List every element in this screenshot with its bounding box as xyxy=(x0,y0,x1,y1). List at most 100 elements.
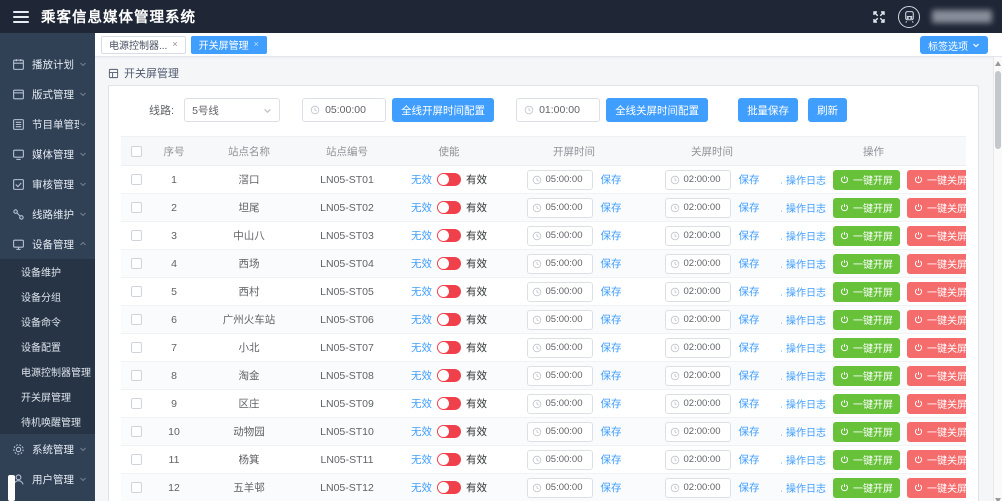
row-checkbox[interactable] xyxy=(131,370,142,381)
screen-off-time-input[interactable]: 02:00:00 xyxy=(665,254,731,274)
sidebar-subitem-5[interactable]: 开关屏管理 xyxy=(0,384,95,409)
save-off-time-link[interactable]: 保存 xyxy=(739,256,760,271)
screen-on-time-input[interactable]: 05:00:00 xyxy=(527,366,593,386)
one-key-screen-on-button[interactable]: 一键开屏 xyxy=(833,422,900,442)
operation-log-link[interactable]: 操作日志 xyxy=(781,480,826,495)
save-on-time-link[interactable]: 保存 xyxy=(601,200,622,215)
screen-off-time-input[interactable]: 02:00:00 xyxy=(665,366,731,386)
save-off-time-link[interactable]: 保存 xyxy=(739,480,760,495)
invalid-label[interactable]: 无效 xyxy=(411,312,432,327)
operation-log-link[interactable]: 操作日志 xyxy=(781,200,826,215)
screen-on-time-input[interactable]: 05:00:00 xyxy=(527,282,593,302)
invalid-label[interactable]: 无效 xyxy=(411,424,432,439)
sidebar-subitem-0[interactable]: 设备维护 xyxy=(0,259,95,284)
row-checkbox[interactable] xyxy=(131,174,142,185)
row-checkbox[interactable] xyxy=(131,342,142,353)
operation-log-link[interactable]: 操作日志 xyxy=(781,256,826,271)
one-key-screen-on-button[interactable]: 一键开屏 xyxy=(833,254,900,274)
operation-log-link[interactable]: 操作日志 xyxy=(781,396,826,411)
sidebar-item-2[interactable]: 节目单管理 xyxy=(0,109,95,139)
sidebar-subitem-3[interactable]: 设备配置 xyxy=(0,334,95,359)
tab-options-button[interactable]: 标签选项 xyxy=(920,36,988,54)
line-select[interactable]: 5号线 xyxy=(184,98,280,122)
save-off-time-link[interactable]: 保存 xyxy=(739,396,760,411)
global-screen-off-config-button[interactable]: 全线关屏时间配置 xyxy=(606,98,708,122)
user-name-blurred[interactable] xyxy=(932,10,992,23)
one-key-screen-on-button[interactable]: 一键开屏 xyxy=(833,170,900,190)
screen-off-time-input[interactable]: 02:00:00 xyxy=(665,338,731,358)
one-key-screen-on-button[interactable]: 一键开屏 xyxy=(833,450,900,470)
save-on-time-link[interactable]: 保存 xyxy=(601,452,622,467)
tab-close-icon[interactable]: × xyxy=(254,40,259,49)
one-key-screen-off-button[interactable]: 一键关屏 xyxy=(907,338,966,358)
save-off-time-link[interactable]: 保存 xyxy=(739,312,760,327)
scroll-up-arrow-icon[interactable] xyxy=(995,61,1001,66)
operation-log-link[interactable]: 操作日志 xyxy=(781,172,826,187)
content-scrollbar[interactable] xyxy=(993,57,1002,501)
sidebar-item-0[interactable]: 播放计划 xyxy=(0,49,95,79)
scrollbar-thumb[interactable] xyxy=(995,71,1001,149)
save-off-time-link[interactable]: 保存 xyxy=(739,340,760,355)
invalid-label[interactable]: 无效 xyxy=(411,256,432,271)
enable-toggle[interactable] xyxy=(437,453,461,466)
row-checkbox[interactable] xyxy=(131,230,142,241)
enable-toggle[interactable] xyxy=(437,229,461,242)
screen-off-time-input[interactable]: 02:00:00 xyxy=(665,282,731,302)
sidebar-item-1[interactable]: 版式管理 xyxy=(0,79,95,109)
screen-off-time-input[interactable]: 02:00:00 xyxy=(665,478,731,498)
fullscreen-icon[interactable] xyxy=(872,10,886,24)
one-key-screen-off-button[interactable]: 一键关屏 xyxy=(907,198,966,218)
sidebar-scrollbar[interactable] xyxy=(8,475,15,501)
save-on-time-link[interactable]: 保存 xyxy=(601,340,622,355)
select-all-checkbox[interactable] xyxy=(131,146,142,157)
enable-toggle[interactable] xyxy=(437,257,461,270)
one-key-screen-on-button[interactable]: 一键开屏 xyxy=(833,478,900,498)
row-checkbox[interactable] xyxy=(131,258,142,269)
one-key-screen-off-button[interactable]: 一键关屏 xyxy=(907,170,966,190)
save-off-time-link[interactable]: 保存 xyxy=(739,228,760,243)
enable-toggle[interactable] xyxy=(437,481,461,494)
screen-on-time-input[interactable]: 05:00:00 xyxy=(527,226,593,246)
screen-on-time-input[interactable]: 05:00:00 xyxy=(527,170,593,190)
invalid-label[interactable]: 无效 xyxy=(411,480,432,495)
operation-log-link[interactable]: 操作日志 xyxy=(781,228,826,243)
screen-on-time-input[interactable]: 05:00:00 xyxy=(527,310,593,330)
invalid-label[interactable]: 无效 xyxy=(411,452,432,467)
one-key-screen-on-button[interactable]: 一键开屏 xyxy=(833,226,900,246)
global-screen-on-config-button[interactable]: 全线开屏时间配置 xyxy=(392,98,494,122)
one-key-screen-on-button[interactable]: 一键开屏 xyxy=(833,366,900,386)
sidebar-subitem-4[interactable]: 电源控制器管理 xyxy=(0,359,95,384)
save-on-time-link[interactable]: 保存 xyxy=(601,284,622,299)
screen-on-time-input[interactable]: 05:00:00 xyxy=(527,422,593,442)
one-key-screen-on-button[interactable]: 一键开屏 xyxy=(833,282,900,302)
save-on-time-link[interactable]: 保存 xyxy=(601,228,622,243)
save-off-time-link[interactable]: 保存 xyxy=(739,200,760,215)
global-off-time-input[interactable]: 01:00:00 xyxy=(516,98,600,122)
tab-0[interactable]: 电源控制器...× xyxy=(101,36,186,54)
save-on-time-link[interactable]: 保存 xyxy=(601,396,622,411)
sidebar-subitem-2[interactable]: 设备命令 xyxy=(0,309,95,334)
sidebar-item-3[interactable]: 媒体管理 xyxy=(0,139,95,169)
one-key-screen-off-button[interactable]: 一键关屏 xyxy=(907,254,966,274)
invalid-label[interactable]: 无效 xyxy=(411,228,432,243)
screen-off-time-input[interactable]: 02:00:00 xyxy=(665,226,731,246)
one-key-screen-off-button[interactable]: 一键关屏 xyxy=(907,394,966,414)
screen-on-time-input[interactable]: 05:00:00 xyxy=(527,478,593,498)
enable-toggle[interactable] xyxy=(437,285,461,298)
tab-close-icon[interactable]: × xyxy=(172,40,177,49)
save-on-time-link[interactable]: 保存 xyxy=(601,480,622,495)
save-off-time-link[interactable]: 保存 xyxy=(739,284,760,299)
sidebar-item-5[interactable]: 线路维护 xyxy=(0,199,95,229)
batch-save-button[interactable]: 批量保存 xyxy=(738,98,798,122)
row-checkbox[interactable] xyxy=(131,426,142,437)
operation-log-link[interactable]: 操作日志 xyxy=(781,340,826,355)
enable-toggle[interactable] xyxy=(437,397,461,410)
one-key-screen-off-button[interactable]: 一键关屏 xyxy=(907,422,966,442)
screen-on-time-input[interactable]: 05:00:00 xyxy=(527,254,593,274)
train-avatar-icon[interactable] xyxy=(898,6,920,28)
global-on-time-input[interactable]: 05:00:00 xyxy=(302,98,386,122)
screen-off-time-input[interactable]: 02:00:00 xyxy=(665,422,731,442)
row-checkbox[interactable] xyxy=(131,314,142,325)
one-key-screen-off-button[interactable]: 一键关屏 xyxy=(907,282,966,302)
screen-off-time-input[interactable]: 02:00:00 xyxy=(665,170,731,190)
